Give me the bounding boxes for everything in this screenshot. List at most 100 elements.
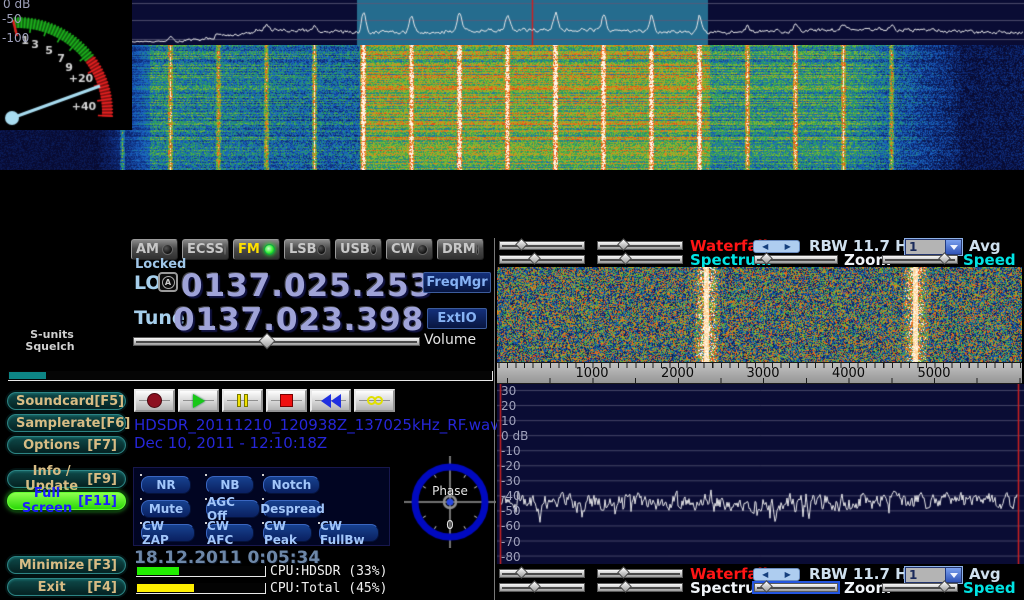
lo-auto-badge-letter: A [162,276,175,289]
contrast-slider[interactable] [597,583,683,592]
slider-thumb[interactable] [760,252,773,265]
slider-thumb[interactable] [619,580,632,593]
slider-groove [502,245,582,247]
slider-thumb[interactable] [617,238,630,251]
extio-button[interactable]: ExtIO [427,308,487,329]
lo-auto-badge[interactable]: A [158,272,178,292]
play-icon [193,394,205,408]
mode-led-indicator [224,244,226,255]
record-button[interactable] [134,389,175,412]
mode-button-fm[interactable]: FM [233,239,280,260]
spin-right-icon[interactable]: ▶ [785,571,791,579]
dsp-button-cw-fullbw[interactable]: CW FullBw [319,524,379,542]
avg-dropdown-button[interactable] [945,568,961,582]
slider-thumb[interactable] [938,580,951,593]
slider-thumb[interactable] [938,252,951,265]
zoom-slider[interactable] [754,255,838,264]
dsp-button-despread[interactable]: Despread [263,500,322,518]
mode-button-label: ECSS [187,242,224,257]
slider-thumb[interactable] [619,252,632,265]
sidebar-button-label: Soundcard [16,394,94,409]
mode-button-cw[interactable]: CW [386,239,433,260]
stop-button[interactable] [266,389,307,412]
sidebar-button-key: [F11] [78,494,117,509]
slider-thumb[interactable] [760,580,773,593]
tune-frequency-display[interactable]: 0137.023.398 [173,302,424,338]
slider-thumb[interactable] [617,566,630,579]
mode-button-label: AM [136,242,159,257]
mode-button-label: DRM [442,242,476,257]
volume-slider[interactable] [133,337,420,346]
recording-file-date: Dec 10, 2011 - 12:10:18Z [134,434,327,452]
db-scale-label: 10 [501,414,516,428]
db-scale-label: 30 [501,384,516,398]
sidebar-button-minimize[interactable]: Minimize[F3] [7,556,126,574]
spin-left-icon[interactable]: ◀ [762,571,768,579]
db-scale-label: 20 [501,399,516,413]
slider-groove [600,259,680,261]
loop-button[interactable] [354,389,395,412]
mode-button-usb[interactable]: USB [335,239,382,260]
mode-button-drm[interactable]: DRM [437,239,484,260]
brightness-slider[interactable] [499,583,585,592]
lo-frequency-display[interactable]: 0137.025.253 [181,268,432,304]
sidebar-button-exit[interactable]: Exit[F4] [7,578,126,596]
play-button[interactable] [178,389,219,412]
dsp-button-notch[interactable]: Notch [263,476,320,494]
freqmgr-button[interactable]: FreqMgr [423,272,491,293]
freq-scale-label: 4000 [832,366,865,381]
sidebar-button-samplerate[interactable]: Samplerate[F6] [7,414,126,432]
speed-slider[interactable] [882,255,958,264]
dsp-button-agc-off[interactable]: AGC Off [206,500,260,518]
slider-groove [136,341,417,343]
phase-label: Phase [404,484,496,498]
brightness-slider[interactable] [499,241,585,250]
pause-button[interactable] [222,389,263,412]
brightness-slider[interactable] [499,255,585,264]
sidebar-button-soundcard[interactable]: Soundcard[F5] [7,392,126,410]
db-scale-label: -40 [501,489,521,503]
avg-dropdown[interactable]: 1 [905,239,962,255]
contrast-slider[interactable] [597,569,683,578]
spin-left-icon[interactable]: ◀ [762,243,768,251]
brightness-slider[interactable] [499,569,585,578]
zoom-slider[interactable] [754,583,838,592]
dsp-button-cw-zap[interactable]: CW ZAP [141,524,195,542]
slider-thumb[interactable] [528,252,541,265]
mode-led-indicator [264,244,275,255]
slider-thumb[interactable] [515,238,528,251]
db-scale-label: -20 [501,459,521,473]
speed-slider[interactable] [882,583,958,592]
sidebar-button-options[interactable]: Options[F7] [7,436,126,454]
dsp-button-cw-peak[interactable]: CW Peak [263,524,312,542]
db-scale-label: 0 dB [501,429,528,443]
hdsdr-window: 1370001370051370101370151370201370251370… [0,0,1024,600]
slider-groove [502,573,582,575]
rf-frequency-scale[interactable]: 10002000300040005000 [497,362,1022,384]
playback-position-bar[interactable] [8,371,493,381]
main-spectrum[interactable] [0,0,1024,45]
spin-right-icon[interactable]: ▶ [785,243,791,251]
mode-button-lsb[interactable]: LSB [284,239,331,260]
mode-button-ecss[interactable]: ECSS [182,239,229,260]
rf-waterfall[interactable] [497,267,1022,362]
dsp-button-nb[interactable]: NB [206,476,254,494]
rewind-button[interactable] [310,389,351,412]
slider-groove [600,587,680,589]
db-scale-label: -80 [501,550,521,564]
avg-dropdown[interactable]: 1 [905,567,962,583]
slider-thumb[interactable] [515,566,528,579]
dsp-button-nr[interactable]: NR [141,476,191,494]
contrast-slider[interactable] [597,241,683,250]
avg-dropdown-button[interactable] [945,240,961,254]
contrast-slider[interactable] [597,255,683,264]
dsp-button-cw-afc[interactable]: CW AFC [206,524,254,542]
sidebar-button-full-screen[interactable]: Full Screen[F11] [7,492,126,510]
stop-icon [280,394,293,407]
dsp-button-mute[interactable]: Mute [141,500,191,518]
slider-thumb[interactable] [528,580,541,593]
slider-groove [502,259,582,261]
rf-spectrum[interactable] [497,384,1024,564]
display-controls-top: Waterfall◀▶RBW 11.7 Hz1AvgSpectrumZoomSp… [497,239,1024,268]
s-meter-squelch-label: Squelch [20,340,80,353]
